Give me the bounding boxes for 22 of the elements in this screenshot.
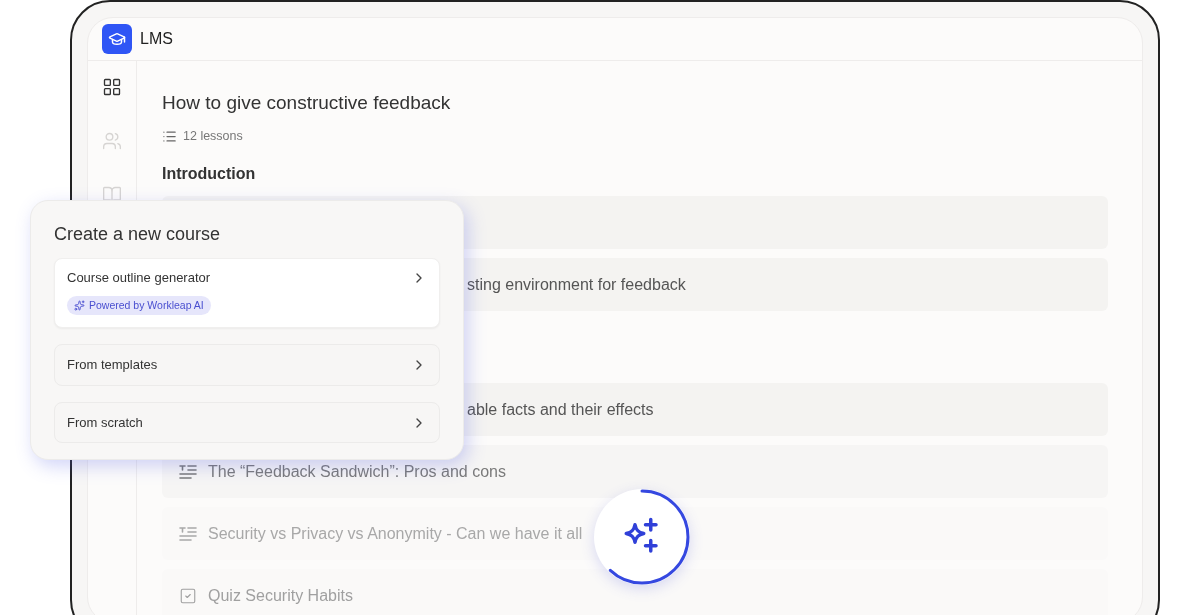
text-lines-icon xyxy=(179,525,197,542)
lesson-count: 12 lessons xyxy=(183,128,243,146)
course-option[interactable]: Course outline generator Powered by Workleap AI xyxy=(54,258,440,329)
lesson-title: The “Feedback Sandwich”: Pros and cons xyxy=(208,461,506,482)
option-label: From templates xyxy=(67,356,158,375)
section-heading: Introduction xyxy=(162,164,257,184)
popup-title: Create a new course xyxy=(54,223,222,246)
lesson-title: Quiz Security Habits xyxy=(208,585,353,606)
ai-badge: Powered by Workleap AI xyxy=(67,295,211,316)
course-option[interactable]: From scratch xyxy=(54,401,440,444)
sparkle-icon xyxy=(74,299,85,311)
sidebar-nav-button[interactable] xyxy=(102,77,122,98)
checkbox-icon xyxy=(179,586,197,605)
lesson-title: Security vs Privacy vs Anonymity - Can we have it all xyxy=(208,523,583,544)
course-option[interactable]: From templates xyxy=(54,344,440,386)
app-name: LMS xyxy=(140,29,173,50)
option-label: From scratch xyxy=(67,413,143,432)
list-icon xyxy=(162,129,177,145)
course-title: How to give constructive feedback xyxy=(162,91,452,116)
logo-icon xyxy=(102,24,132,55)
text-lines-icon xyxy=(179,463,197,480)
lesson-row[interactable]: The “Feedback Sandwich”: Pros and cons xyxy=(162,445,1108,498)
